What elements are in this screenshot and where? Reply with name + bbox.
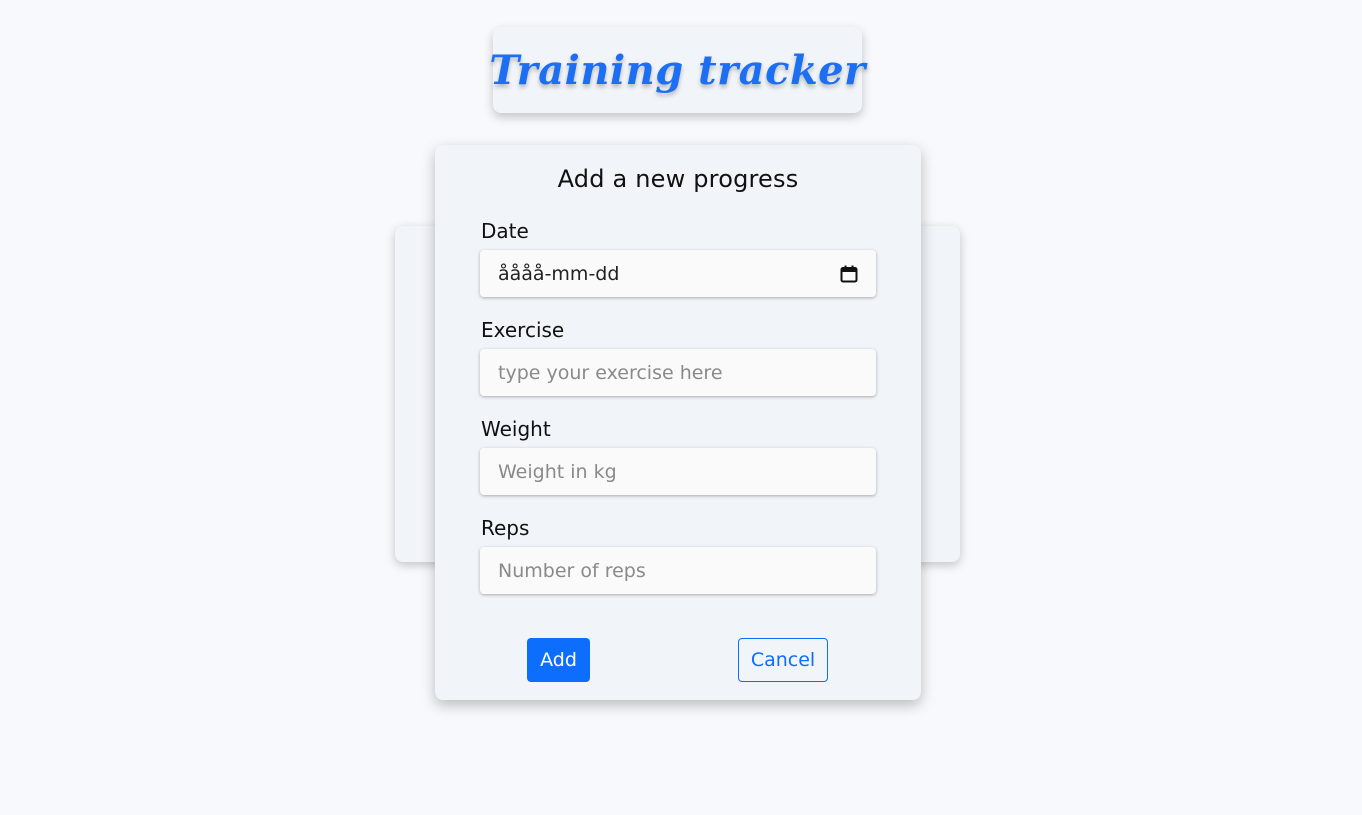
weight-input[interactable] bbox=[480, 448, 876, 495]
app-title: Training tracker bbox=[489, 46, 866, 94]
title-card: Training tracker bbox=[489, 27, 865, 113]
date-label: Date bbox=[481, 219, 529, 243]
exercise-input[interactable] bbox=[480, 349, 876, 396]
date-input[interactable]: åååå-mm-dd bbox=[480, 250, 876, 297]
calendar-icon[interactable] bbox=[840, 265, 858, 283]
weight-label: Weight bbox=[481, 417, 551, 441]
modal-title: Add a new progress bbox=[557, 165, 799, 193]
reps-label: Reps bbox=[481, 516, 530, 540]
cancel-button[interactable]: Cancel bbox=[738, 638, 828, 682]
add-button[interactable]: Add bbox=[527, 638, 590, 682]
exercise-label: Exercise bbox=[481, 318, 565, 342]
add-progress-modal: Add a new progress Date åååå-mm-dd Exerc… bbox=[435, 145, 921, 700]
date-value: åååå-mm-dd bbox=[498, 262, 620, 285]
reps-input[interactable] bbox=[480, 547, 876, 594]
